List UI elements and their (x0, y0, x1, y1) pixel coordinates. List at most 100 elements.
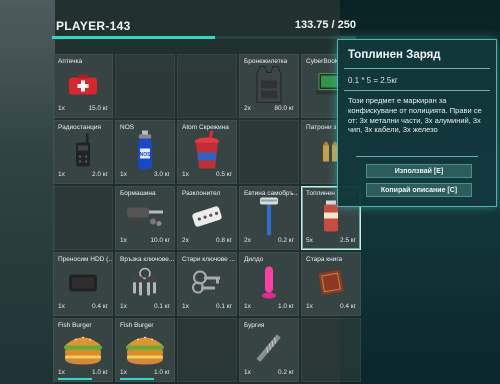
item-weight: 0.4 кг (91, 303, 108, 310)
inventory-grid: Аптечка 1x 15.0 кг Бронежилетка 2x 80.0 кг Cyb… (53, 54, 361, 382)
item-quantity: 1x (58, 171, 65, 178)
inventory-slot[interactable]: Преносим HDD (... 1x 0.4 кг (53, 252, 113, 316)
item-quantity: 1x (120, 171, 127, 178)
item-weight: 10.0 кг (150, 237, 170, 244)
inventory-slot-empty[interactable] (53, 186, 113, 250)
keys-icon (125, 267, 165, 303)
inventory-slot[interactable]: Дилдо 1x 1.0 кг (239, 252, 299, 316)
inventory-slot[interactable]: Връзка ключове... 1x 0.1 кг (115, 252, 175, 316)
item-quantity: 1x (58, 105, 65, 112)
inventory-slot[interactable]: Бронежилетка 2x 80.0 кг (239, 54, 299, 118)
tooltip-title: Топлинен Заряд (348, 49, 441, 61)
power-strip-icon (189, 204, 225, 235)
body-armor-icon (253, 65, 285, 110)
use-button[interactable]: Използвай [E] (366, 164, 472, 178)
item-name: Връзка ключове... (120, 256, 174, 263)
inventory-slot[interactable]: Бормашина 1x 10.0 кг (115, 186, 175, 250)
item-quantity: 1x (244, 369, 251, 376)
item-weight: 1.0 кг (91, 369, 108, 376)
item-name: Fish Burger (58, 322, 92, 329)
item-name: Бормашина (120, 190, 156, 197)
item-quantity: 1x (58, 369, 65, 376)
item-weight: 1.0 кг (277, 303, 294, 310)
nos-bottle-icon: NOS (137, 130, 153, 176)
inventory-slot[interactable]: Радиостанция 1x 2.0 кг (53, 120, 113, 184)
inventory-slot-empty[interactable] (177, 54, 237, 118)
item-name: Стари ключове ... (182, 256, 235, 263)
item-quantity: 1x (244, 303, 251, 310)
item-name: Разклонител (182, 190, 221, 197)
item-weight: 0.1 кг (215, 303, 232, 310)
burger-icon (62, 332, 104, 371)
item-quantity: 2x (244, 105, 251, 112)
item-name: Аптечка (58, 58, 83, 65)
inventory-slot-empty[interactable] (301, 318, 361, 382)
radio-icon (74, 133, 92, 173)
item-quantity: 2x (182, 237, 189, 244)
inventory-slot[interactable]: Аптечка 1x 15.0 кг (53, 54, 113, 118)
item-weight: 0.8 кг (215, 237, 232, 244)
copy-description-button[interactable]: Копирай описание [C] (366, 183, 472, 197)
item-weight: 15.0 кг (88, 105, 108, 112)
inventory-slot[interactable]: NOS NOS 1x 3.0 кг (115, 120, 175, 184)
item-quantity: 1x (182, 303, 189, 310)
item-quantity: 1x (120, 237, 127, 244)
item-weight: 80.0 кг (274, 105, 294, 112)
item-durability-bar (120, 378, 154, 380)
item-weight: 1.0 кг (153, 369, 170, 376)
inventory-slot-empty[interactable] (115, 54, 175, 118)
item-name: Дилдо (244, 256, 264, 263)
pink-toy-icon (261, 265, 277, 306)
item-weight: 0.2 кг (277, 237, 294, 244)
item-quantity: 1x (120, 303, 127, 310)
inventory-slot[interactable]: Разклонител 2x 0.8 кг (177, 186, 237, 250)
inventory-slot[interactable]: Бургия 1x 0.2 кг (239, 318, 299, 382)
item-name: Fish Burger (120, 322, 154, 329)
item-quantity: 1x (306, 303, 313, 310)
item-tooltip: Топлинен Заряд 0.1 * 5 = 2.5кг Този пред… (337, 39, 497, 207)
item-weight: 2.0 кг (91, 171, 108, 178)
item-weight: 0.5 кг (215, 171, 232, 178)
weight-readout: 133.75 / 250 (294, 19, 356, 31)
inventory-slot-empty[interactable] (239, 120, 299, 184)
item-weight: 0.2 кг (277, 369, 294, 376)
weight-bar-fill (52, 36, 215, 39)
item-weight: 2.5 кг (339, 237, 356, 244)
item-name: CyberBook (306, 58, 339, 65)
first-aid-kit-icon (68, 74, 98, 101)
item-durability-bar (58, 378, 92, 380)
drill-bit-icon (251, 331, 287, 372)
item-quantity: 5x (306, 237, 313, 244)
player-name: PLAYER-143 (56, 19, 131, 33)
burger-icon (124, 332, 166, 371)
inventory-slot[interactable]: Fish Burger 1x 1.0 кг (53, 318, 113, 382)
book-icon (316, 268, 346, 303)
item-quantity: 2x (244, 237, 251, 244)
tooltip-divider (344, 90, 490, 91)
item-name: Патрони з (306, 124, 337, 131)
inventory-slot[interactable]: Atom Скрежина 1x 0.5 кг (177, 120, 237, 184)
tooltip-weight-formula: 0.1 * 5 = 2.5кг (348, 76, 398, 85)
item-quantity: 1x (120, 369, 127, 376)
hdd-icon (68, 272, 98, 299)
razor-icon (258, 197, 280, 242)
svg-text:NOS: NOS (140, 152, 152, 158)
tooltip-divider (356, 156, 478, 157)
inventory-slot-empty[interactable] (177, 318, 237, 382)
inventory-slot[interactable]: Евтина самобръ... 2x 0.2 кг (239, 186, 299, 250)
item-weight: 3.0 кг (153, 171, 170, 178)
item-weight: 0.1 кг (153, 303, 170, 310)
drill-icon (125, 204, 165, 235)
item-name: Преносим HDD (... (58, 256, 112, 263)
item-name: Бургия (244, 322, 265, 329)
slush-cup-icon (194, 130, 220, 176)
item-name: NOS (120, 124, 135, 131)
item-name: Радиостанция (58, 124, 102, 131)
tooltip-description: Този предмет е маркиран за конфискуване … (348, 96, 482, 135)
inventory-slot[interactable]: Стара книга 1x 0.4 кг (301, 252, 361, 316)
old-keys-icon (190, 270, 224, 301)
inventory-slot[interactable]: Fish Burger 1x 1.0 кг (115, 318, 175, 382)
item-quantity: 1x (182, 171, 189, 178)
item-weight: 0.4 кг (339, 303, 356, 310)
inventory-slot[interactable]: Стари ключове ... 1x 0.1 кг (177, 252, 237, 316)
